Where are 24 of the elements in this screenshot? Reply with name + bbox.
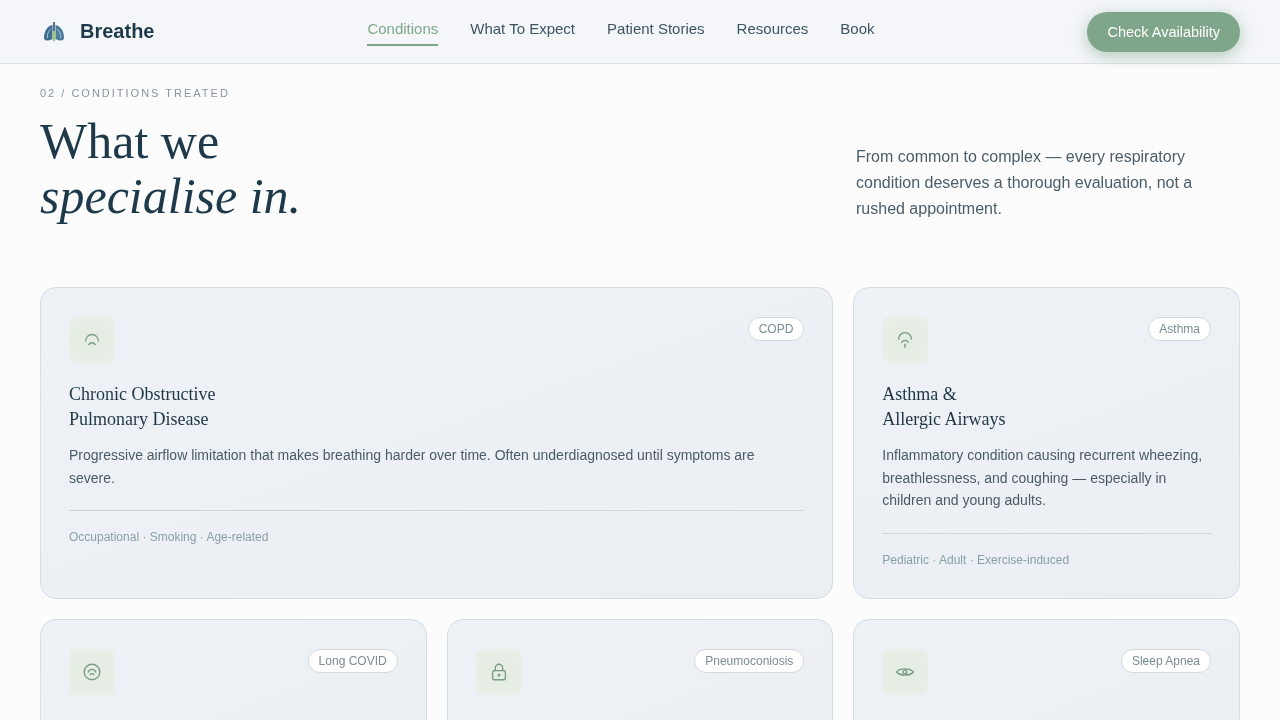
brand-name[interactable]: Breathe — [80, 20, 155, 43]
condition-badge: Long COVID — [307, 648, 398, 673]
nav-link[interactable]: Patient Stories — [607, 19, 705, 46]
card-tags: Occupational · Smoking · Age-related — [69, 530, 269, 544]
condition-badge: Pneumoconiosis — [694, 648, 805, 673]
arcs-icon — [69, 317, 115, 363]
card-title: Chronic Obstructive Pulmonary Disease — [69, 383, 217, 431]
nav-link[interactable]: Resources — [736, 19, 809, 46]
condition-badge: Asthma — [1148, 317, 1211, 341]
section-eyebrow: 02 / CONDITIONS TREATED — [40, 86, 231, 100]
card-title: Asthma & Allergic Airways — [882, 383, 1007, 431]
circle-arcs-icon — [69, 648, 115, 695]
nav-link[interactable]: What To Expect — [470, 19, 576, 46]
card-description: Progressive airflow limitation that makes breathing harder over time. Often underdiagnosed until symptoms are severe. — [69, 446, 756, 488]
signal-icon — [882, 317, 929, 363]
card-description: Inflammatory condition causing recurrent wheezing, breathlessness, and coughing — especially in children and young adults. — [882, 446, 1204, 510]
eye-icon — [882, 648, 929, 695]
intro-paragraph: From common to complex — every respiratory condition deserves a thorough evaluation, not a rushed appointment. — [856, 147, 1194, 219]
nav-link[interactable]: Book — [840, 19, 875, 46]
section-heading: What we specialise in. — [40, 114, 303, 224]
condition-badge: Sleep Apnea — [1120, 648, 1211, 673]
lock-icon — [475, 648, 522, 695]
condition-badge: COPD — [747, 317, 805, 341]
card-tags: Pediatric · Adult · Exercise-induced — [882, 552, 1070, 567]
